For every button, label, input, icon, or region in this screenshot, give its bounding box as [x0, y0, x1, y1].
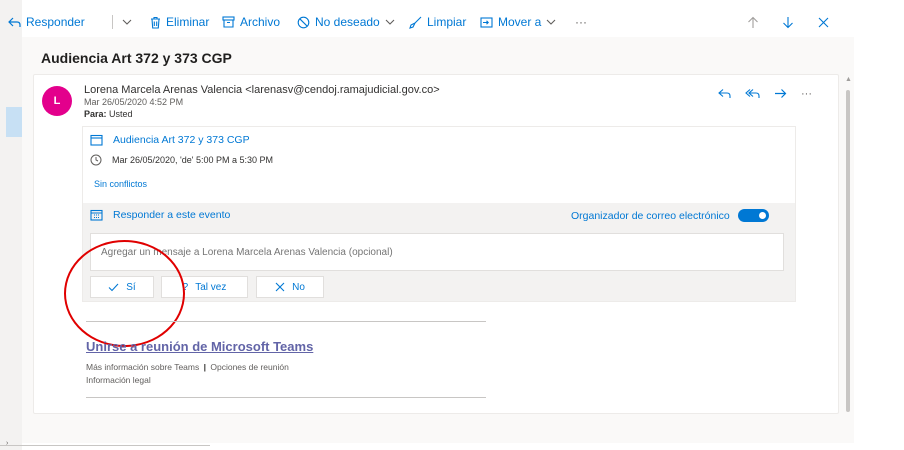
accept-button[interactable]: Sí: [90, 276, 154, 298]
move-folder-icon: [480, 16, 493, 28]
reply-message-button[interactable]: [718, 86, 731, 102]
junk-button[interactable]: No deseado: [297, 15, 395, 29]
reply-button[interactable]: Responder: [8, 15, 85, 29]
tentative-button[interactable]: ? Tal vez: [161, 276, 248, 298]
tentative-label: Tal vez: [195, 281, 227, 293]
teams-more-info-link[interactable]: Más información sobre Teams: [86, 362, 199, 372]
delete-button[interactable]: Eliminar: [150, 15, 209, 29]
previous-message-button[interactable]: [747, 16, 759, 29]
selected-message-indicator[interactable]: [6, 107, 22, 137]
conflicts-link[interactable]: Sin conflictos: [94, 179, 147, 189]
reply-all-button[interactable]: [745, 86, 760, 102]
to-value: Usted: [109, 109, 133, 119]
close-button[interactable]: [818, 17, 829, 28]
trash-icon: [151, 16, 160, 29]
sweep-button[interactable]: Limpiar: [409, 15, 466, 29]
reply-dropdown[interactable]: [122, 19, 132, 25]
avatar-initial: L: [53, 95, 61, 107]
to-label: Para:: [84, 109, 107, 119]
more-commands-button[interactable]: ···: [575, 15, 587, 29]
archive-label: Archivo: [240, 15, 281, 29]
decline-label: No: [292, 281, 305, 293]
reply-label: Responder: [26, 15, 85, 29]
respond-label: Responder a este evento: [113, 209, 231, 221]
teams-divider-bottom: [86, 397, 486, 398]
event-time: Mar 26/05/2020, 'de' 5:00 PM a 5:30 PM: [112, 155, 274, 165]
teams-divider-top: [86, 321, 486, 322]
more-actions-button[interactable]: ···: [801, 88, 812, 100]
response-message-input[interactable]: [90, 233, 784, 271]
reply-all-icon: [745, 89, 760, 98]
archive-icon: [222, 16, 235, 28]
event-title[interactable]: Audiencia Art 372 y 373 CGP: [113, 134, 250, 146]
sweep-label: Limpiar: [427, 15, 467, 29]
join-teams-meeting-link[interactable]: Unirse a reunión de Microsoft Teams: [86, 339, 313, 354]
chevron-down-icon: [122, 19, 132, 25]
chevron-down-icon: [385, 19, 395, 25]
clock-icon: [90, 154, 102, 166]
arrow-down-icon: [783, 16, 793, 28]
accept-label: Sí: [126, 281, 136, 293]
event-time-row: Mar 26/05/2020, 'de' 5:00 PM a 5:30 PM: [90, 154, 273, 166]
scrollbar-thumb[interactable]: [846, 90, 850, 412]
meeting-options-link[interactable]: Opciones de reunión: [210, 362, 288, 372]
recipients-line: Para: Usted: [84, 109, 133, 119]
command-toolbar: Responder Eliminar Archivo No deseado Li…: [0, 8, 854, 36]
reply-icon: [8, 17, 21, 27]
message-list-edge: [0, 0, 22, 450]
calendar-icon: [90, 134, 103, 146]
outlook-window: › Responder Eliminar Archivo No deseado …: [0, 0, 904, 450]
archive-button[interactable]: Archivo: [222, 15, 280, 29]
forward-icon: [775, 89, 787, 98]
decline-button[interactable]: No: [256, 276, 324, 298]
move-button[interactable]: Mover a: [480, 15, 556, 29]
broom-icon: [409, 16, 422, 29]
calendar-grid-icon: [90, 209, 103, 221]
reply-icon: [718, 89, 731, 98]
teams-info-separator: |: [203, 362, 206, 372]
close-icon: [818, 17, 829, 27]
respond-header: Responder a este evento: [90, 209, 230, 221]
message-date: Mar 26/05/2020 4:52 PM: [84, 97, 184, 107]
question-icon: ?: [182, 281, 189, 293]
scroll-up-icon[interactable]: ▲: [845, 76, 852, 83]
checkmark-icon: [108, 283, 119, 291]
organizer-toggle-row: Organizador de correo electrónico: [571, 209, 769, 222]
organizer-label: Organizador de correo electrónico: [571, 209, 730, 222]
forward-button[interactable]: [774, 86, 787, 102]
chevron-down-icon: [546, 19, 556, 25]
legal-info-link[interactable]: Información legal: [86, 375, 151, 385]
corner-mark: ›: [6, 440, 9, 447]
close-icon: [275, 282, 285, 292]
organizer-toggle[interactable]: [737, 209, 769, 222]
event-title-row: Audiencia Art 372 y 373 CGP: [90, 134, 250, 146]
delete-label: Eliminar: [166, 15, 210, 29]
message-actions: ···: [718, 86, 812, 102]
message-subject: Audiencia Art 372 y 373 CGP: [41, 50, 232, 66]
junk-label: No deseado: [315, 15, 380, 29]
avatar[interactable]: L: [42, 86, 72, 116]
bottom-divider: [0, 445, 210, 446]
sender-name[interactable]: Lorena Marcela Arenas Valencia <larenasv…: [84, 84, 440, 96]
toolbar-divider: [112, 15, 113, 29]
teams-info-line: Más información sobre Teams | Opciones d…: [86, 362, 289, 372]
next-message-button[interactable]: [782, 16, 794, 29]
right-margin: [854, 0, 904, 450]
arrow-up-icon: [748, 16, 758, 28]
move-label: Mover a: [498, 15, 542, 29]
more-commands-label: ···: [575, 15, 587, 29]
block-icon: [297, 16, 310, 28]
